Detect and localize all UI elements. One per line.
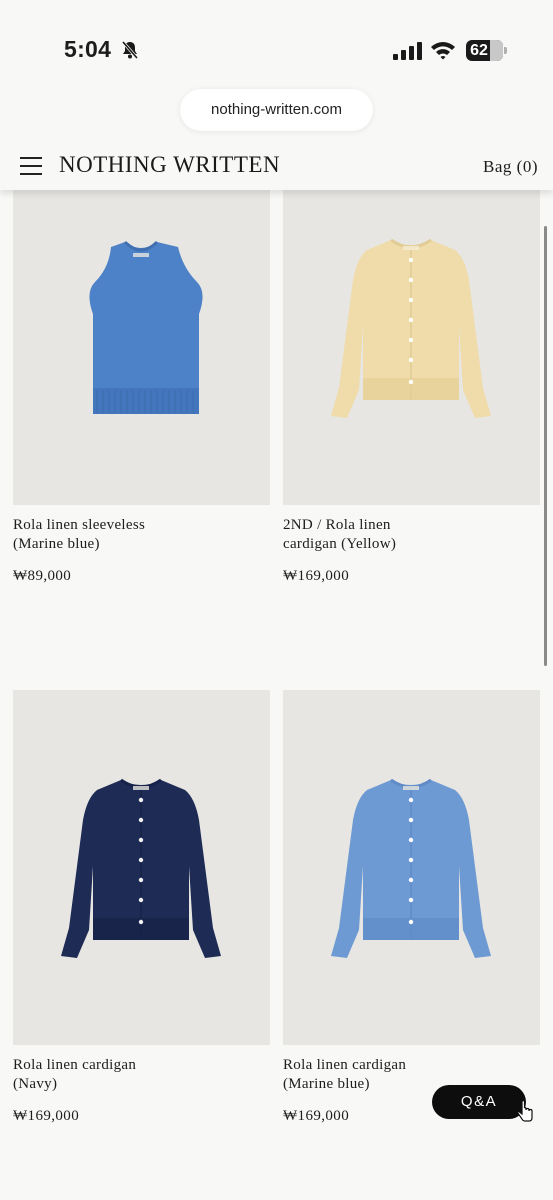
cardigan-image	[331, 778, 491, 958]
product-price: ₩169,000	[283, 568, 350, 584]
product-price: ₩169,000	[283, 1108, 350, 1124]
page-scrollbar[interactable]	[544, 226, 547, 666]
battery-icon: 62	[466, 40, 507, 61]
battery-level: 62	[470, 42, 488, 59]
product-price: ₩169,000	[13, 1108, 80, 1124]
wifi-icon	[431, 42, 455, 60]
qa-button[interactable]: Q&A	[432, 1085, 526, 1119]
sleeveless-vest-image	[89, 240, 203, 414]
product-name[interactable]: 2ND / Rola linen cardigan (Yellow)	[283, 516, 483, 554]
product-image[interactable]	[13, 150, 270, 505]
cardigan-image	[61, 778, 221, 958]
hamburger-menu-icon[interactable]	[20, 157, 42, 175]
product-image[interactable]	[283, 150, 540, 505]
product-image[interactable]	[13, 690, 270, 1045]
site-logo[interactable]: NOTHING WRITTEN	[59, 152, 280, 178]
product-price: ₩89,000	[13, 568, 72, 584]
bell-slash-icon	[121, 41, 139, 59]
product-name[interactable]: Rola linen cardigan (Navy)	[13, 1056, 213, 1094]
status-bar: 5:04 62	[0, 0, 553, 90]
cardigan-image	[331, 238, 491, 418]
address-bar[interactable]: nothing-written.com	[180, 89, 373, 131]
bag-link[interactable]: Bag (0)	[483, 157, 538, 177]
status-time: 5:04	[64, 36, 112, 62]
pointer-cursor-icon	[516, 1100, 533, 1122]
product-name[interactable]: Rola linen sleeveless (Marine blue)	[13, 516, 213, 554]
product-image[interactable]	[283, 690, 540, 1045]
cellular-signal-icon	[393, 42, 422, 60]
site-header: NOTHING WRITTEN Bag (0)	[0, 140, 553, 190]
